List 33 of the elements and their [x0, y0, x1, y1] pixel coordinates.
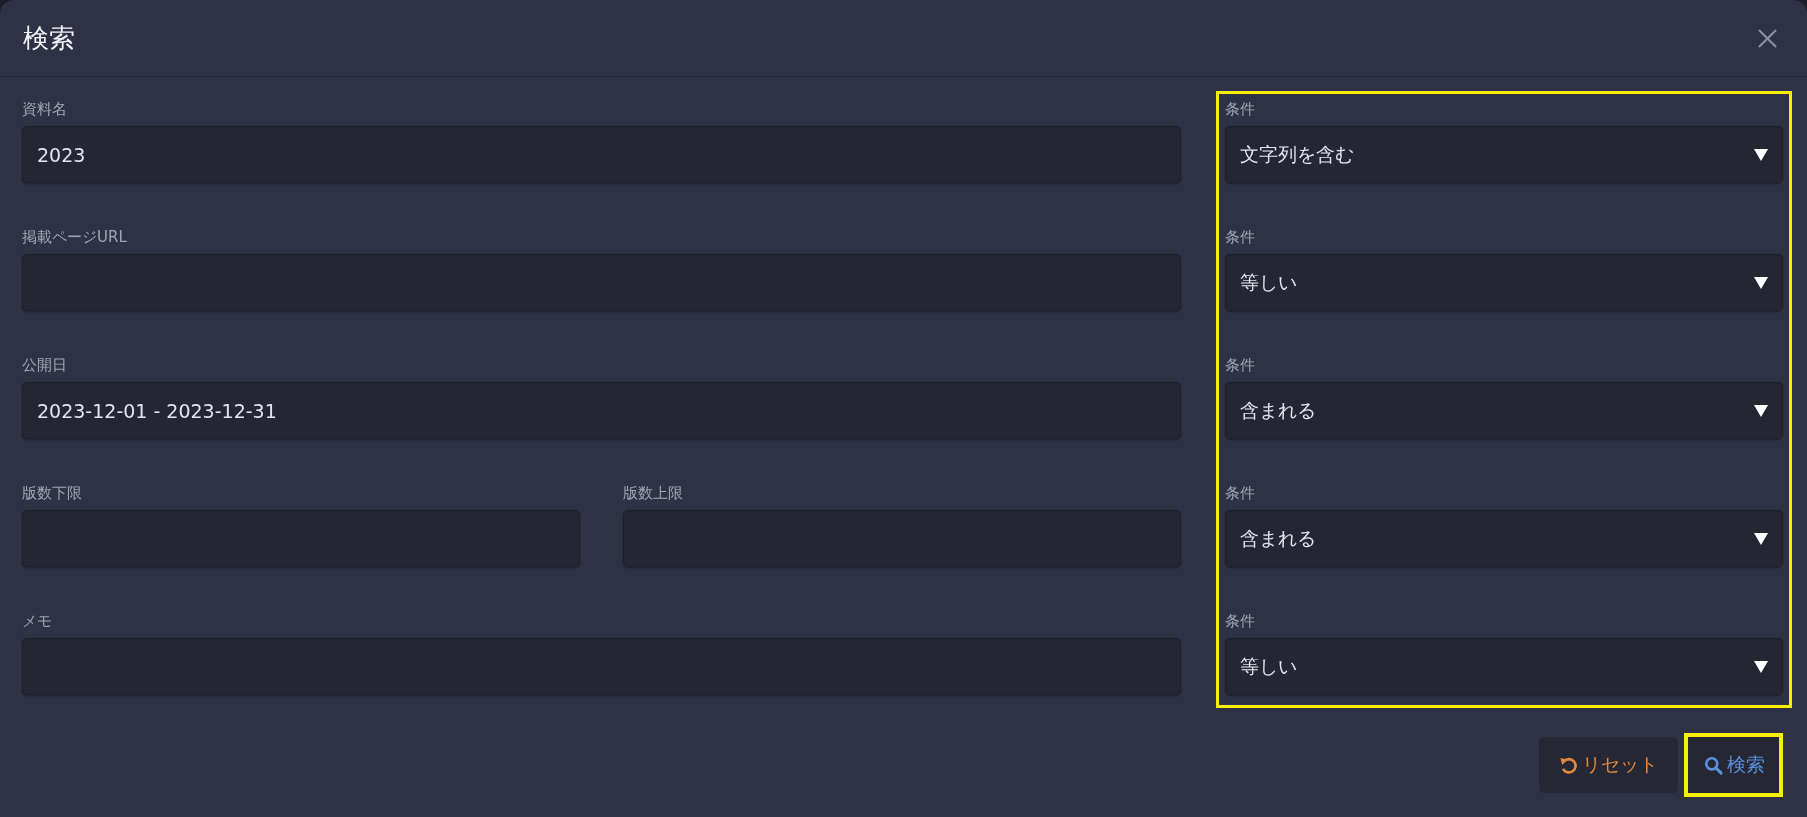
input-field[interactable]: 2023	[22, 126, 1181, 183]
input-field[interactable]	[623, 510, 1181, 567]
condition-label: 条件	[1225, 483, 1255, 504]
condition-select[interactable]: 等しい	[1225, 638, 1783, 695]
field-label: 資料名	[22, 99, 67, 120]
caret-down-icon	[1754, 148, 1768, 161]
caret-down-icon	[1754, 404, 1768, 417]
undo-icon	[1559, 755, 1578, 775]
field-label: 掲載ページURL	[22, 227, 127, 248]
condition-select[interactable]: 含まれる	[1225, 510, 1783, 567]
search-button[interactable]: 検索	[1684, 733, 1783, 797]
condition-label: 条件	[1225, 99, 1255, 120]
condition-label: 条件	[1225, 355, 1255, 376]
condition-select[interactable]: 文字列を含む	[1225, 126, 1783, 183]
dialog-title: 検索	[23, 21, 75, 55]
condition-select[interactable]: 含まれる	[1225, 382, 1783, 439]
condition-select[interactable]: 等しい	[1225, 254, 1783, 311]
input-field[interactable]: 2023-12-01 - 2023-12-31	[22, 382, 1181, 439]
field-label: 版数上限	[623, 483, 683, 504]
caret-down-icon	[1754, 276, 1768, 289]
caret-down-icon	[1754, 532, 1768, 545]
input-field[interactable]	[22, 510, 580, 567]
input-field[interactable]	[22, 638, 1181, 695]
input-field[interactable]	[22, 254, 1181, 311]
condition-label: 条件	[1225, 227, 1255, 248]
condition-label: 条件	[1225, 611, 1255, 632]
field-label: メモ	[22, 611, 52, 632]
search-icon	[1704, 755, 1723, 775]
reset-button[interactable]: リセット	[1539, 737, 1678, 793]
caret-down-icon	[1754, 660, 1768, 673]
field-label: 版数下限	[22, 483, 82, 504]
close-icon[interactable]	[1758, 28, 1777, 48]
field-label: 公開日	[22, 355, 67, 376]
